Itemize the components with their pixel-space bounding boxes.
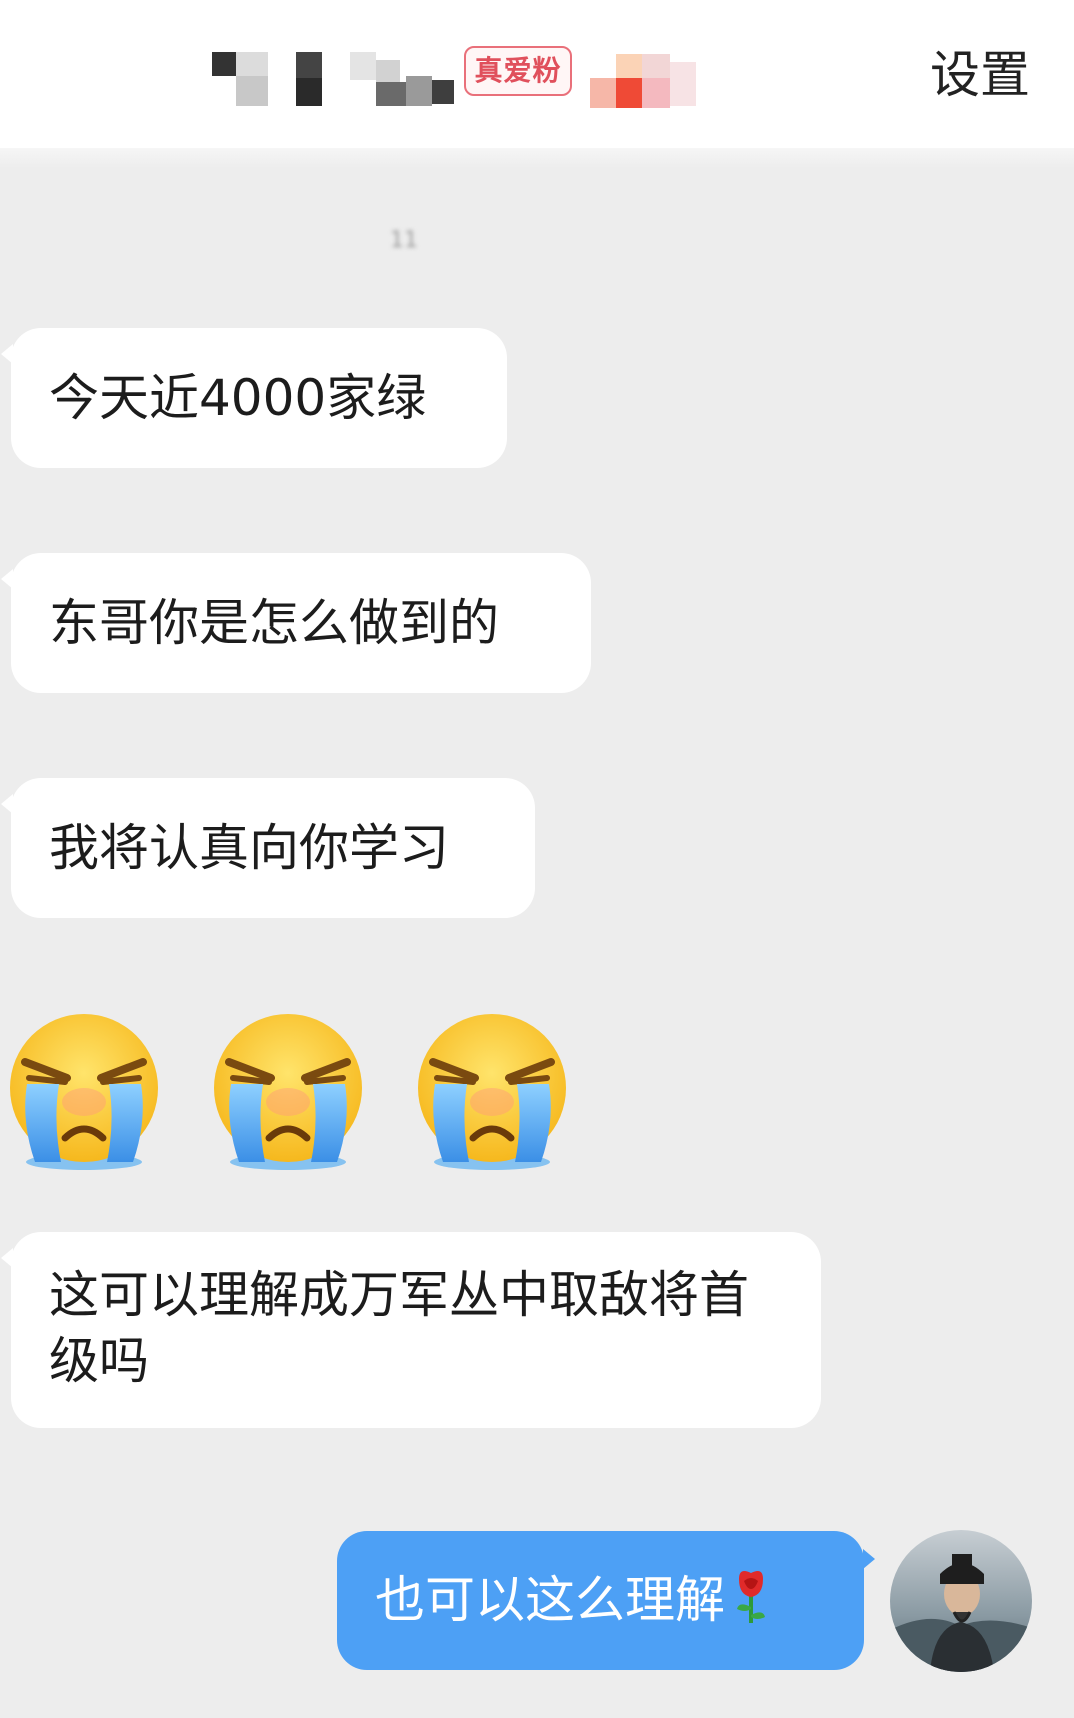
message-text: 东哥你是怎么做到的 <box>49 594 499 652</box>
settings-button[interactable]: 设置 <box>930 40 1030 110</box>
message-text: 这可以理解成万军丛中取敌将首级吗 <box>49 1266 749 1390</box>
fan-badge: 真爱粉 <box>464 46 572 96</box>
outgoing-message-bubble[interactable]: 也可以这么理解 <box>337 1531 875 1670</box>
message-timestamp: 11 <box>390 228 418 253</box>
chat-screen: 真爱粉 设置 11 今天近4000家绿 东哥你是怎么做到的 我将认真向你学习 这… <box>0 0 1074 1718</box>
chat-header: 真爱粉 设置 <box>0 0 1074 148</box>
header-divider <box>0 148 1074 168</box>
loudly-crying-face-icon <box>214 1014 362 1170</box>
avatar-image <box>890 1530 1032 1672</box>
loudly-crying-face-icon <box>10 1014 158 1170</box>
incoming-message-bubble[interactable]: 我将认真向你学习 <box>1 778 535 918</box>
incoming-message-bubble[interactable]: 今天近4000家绿 <box>1 328 507 468</box>
my-avatar[interactable] <box>890 1530 1032 1672</box>
incoming-message-bubble[interactable]: 东哥你是怎么做到的 <box>1 553 591 693</box>
message-text: 今天近4000家绿 <box>49 369 427 427</box>
message-text: 也可以这么理解 <box>375 1571 725 1629</box>
loudly-crying-face-icon <box>418 1014 566 1170</box>
incoming-message-bubble[interactable]: 这可以理解成万军丛中取敌将首级吗 <box>1 1232 821 1428</box>
message-text: 我将认真向你学习 <box>49 819 449 877</box>
rose-icon <box>737 1571 765 1623</box>
